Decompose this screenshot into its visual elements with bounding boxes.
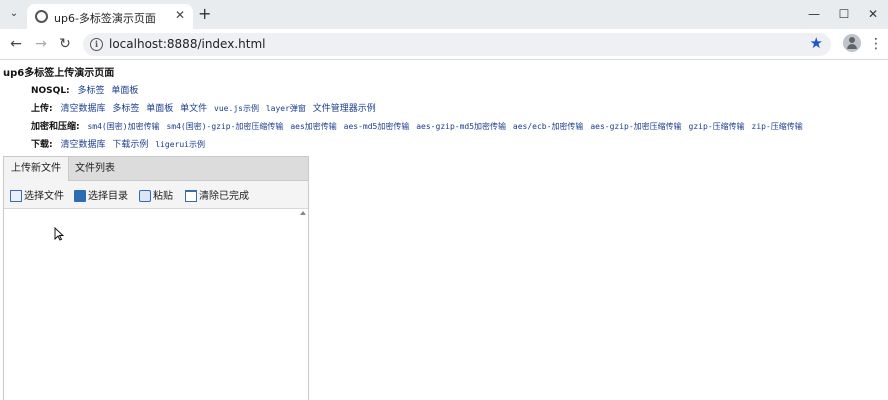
link-single-file[interactable]: 单文件 <box>180 104 207 114</box>
mouse-cursor-icon <box>54 227 64 241</box>
link-sm4[interactable]: sm4(国密)加密传输 <box>87 122 159 131</box>
link-ligerui-demo[interactable]: ligerui示例 <box>155 140 205 149</box>
link-multi-tab[interactable]: 多标签 <box>78 86 105 96</box>
row-label: 上传: <box>31 104 53 114</box>
link-download-demo[interactable]: 下载示例 <box>112 140 148 150</box>
link-aes-ecb[interactable]: aes/ecb-加密传输 <box>513 122 584 131</box>
link-file-manager[interactable]: 文件管理器示例 <box>313 104 376 114</box>
nosql-row: NOSQL: 多标签 单面板 <box>31 83 142 96</box>
trash-icon <box>185 190 197 202</box>
browser-toolbar: ← → ↻ i localhost:8888/index.html ★ ⋮ <box>0 29 888 60</box>
close-tab-icon[interactable]: ✕ <box>175 8 185 22</box>
link-aes-md5[interactable]: aes-md5加密传输 <box>344 122 410 131</box>
select-directory-button[interactable]: 选择目录 <box>74 187 128 203</box>
minimize-icon[interactable]: — <box>803 5 825 23</box>
reload-icon[interactable]: ↻ <box>55 35 75 53</box>
select-directory-label: 选择目录 <box>88 191 128 202</box>
link-sm4-gzip[interactable]: sm4(国密)-gzip-加密压缩传输 <box>166 122 283 131</box>
link-clear-db[interactable]: 清空数据库 <box>60 140 105 150</box>
page-content: up6多标签上传演示页面 NOSQL: 多标签 单面板 上传: 清空数据库 多标… <box>0 61 888 400</box>
address-bar[interactable]: i localhost:8888/index.html ★ <box>83 33 831 56</box>
upload-panel: 上传新文件 文件列表 选择文件 选择目录 粘贴 清除已完成 <box>3 156 309 400</box>
download-row: 下载: 清空数据库 下载示例 ligerui示例 <box>31 137 209 150</box>
link-single-panel[interactable]: 单面板 <box>111 86 138 96</box>
link-aes[interactable]: aes加密传输 <box>290 122 336 131</box>
link-clear-db[interactable]: 清空数据库 <box>60 104 105 114</box>
panel-toolbar: 选择文件 选择目录 粘贴 清除已完成 <box>4 181 308 209</box>
url-text[interactable]: localhost:8888/index.html <box>109 37 265 51</box>
globe-icon <box>35 10 48 23</box>
panel-tab-bar: 上传新文件 文件列表 <box>4 157 308 181</box>
forward-icon[interactable]: → <box>31 35 51 53</box>
vertical-scrollbar[interactable] <box>298 209 308 400</box>
browser-tab-active[interactable]: up6-多标签演示页面 ✕ <box>27 4 193 29</box>
scroll-up-arrow-icon[interactable] <box>300 211 306 215</box>
row-label: 下载: <box>31 140 53 150</box>
link-gzip[interactable]: gzip-压缩传输 <box>689 122 745 131</box>
new-tab-icon[interactable]: + <box>198 4 211 24</box>
link-zip[interactable]: zip-压缩传输 <box>752 122 803 131</box>
select-file-label: 选择文件 <box>24 191 64 202</box>
row-label: 加密和压缩: <box>31 122 80 132</box>
link-aes-gzip-md5[interactable]: aes-gzip-md5加密传输 <box>416 122 506 131</box>
close-window-icon[interactable]: ✕ <box>862 5 884 23</box>
more-menu-icon[interactable]: ⋮ <box>869 35 883 53</box>
tab-title: up6-多标签演示页面 <box>54 12 156 25</box>
tab-upload-new[interactable]: 上传新文件 <box>4 157 69 181</box>
tab-file-list[interactable]: 文件列表 <box>68 157 122 181</box>
link-aes-gzip[interactable]: aes-gzip-加密压缩传输 <box>590 122 681 131</box>
bookmark-star-icon[interactable]: ★ <box>810 34 823 52</box>
encrypt-row: 加密和压缩: sm4(国密)加密传输 sm4(国密)-gzip-加密压缩传输 a… <box>31 119 807 132</box>
folder-icon <box>74 190 86 202</box>
upload-row: 上传: 清空数据库 多标签 单面板 单文件 vue.js示例 layer弹窗 文… <box>31 101 380 114</box>
upload-file-list[interactable] <box>4 209 308 400</box>
clear-completed-label: 清除已完成 <box>199 191 249 202</box>
clear-completed-button[interactable]: 清除已完成 <box>185 187 249 203</box>
paste-button[interactable]: 粘贴 <box>139 187 173 203</box>
site-info-icon[interactable]: i <box>90 38 103 51</box>
page-title: up6多标签上传演示页面 <box>3 68 115 79</box>
row-label: NOSQL: <box>31 86 70 96</box>
paste-label: 粘贴 <box>153 191 173 202</box>
file-add-icon <box>10 190 22 202</box>
maximize-icon[interactable]: ☐ <box>833 5 855 23</box>
link-layer-popup[interactable]: layer弹窗 <box>266 104 306 113</box>
back-icon[interactable]: ← <box>6 35 26 53</box>
link-multi-tab[interactable]: 多标签 <box>112 104 139 114</box>
tab-search-chevron-icon[interactable]: ⌄ <box>4 5 24 23</box>
clipboard-icon <box>139 190 151 202</box>
profile-avatar-icon[interactable] <box>843 34 861 52</box>
browser-tab-strip: ⌄ up6-多标签演示页面 ✕ + — ☐ ✕ <box>0 0 888 29</box>
select-file-button[interactable]: 选择文件 <box>10 187 64 203</box>
link-single-panel[interactable]: 单面板 <box>146 104 173 114</box>
link-vue-demo[interactable]: vue.js示例 <box>214 104 259 113</box>
